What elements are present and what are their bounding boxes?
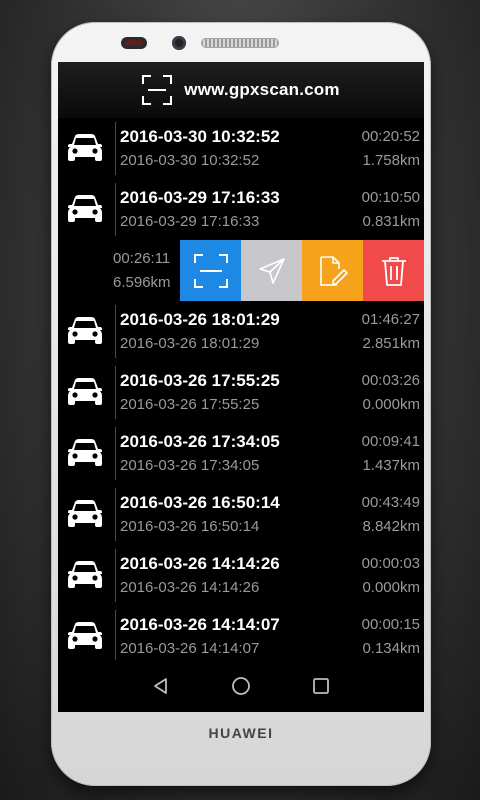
track-duration: 00:10:50 [361, 189, 420, 206]
track-row[interactable]: 2016-03-26 14:14:26 2016-03-26 14:14:26 … [58, 545, 424, 606]
back-button[interactable] [141, 666, 181, 706]
track-duration: 00:26:11 [113, 250, 171, 267]
recents-square-icon [313, 678, 329, 694]
track-distance: 0.831km [362, 213, 420, 230]
device-brand: HUAWEI [208, 725, 274, 741]
track-distance: 1.758km [362, 152, 420, 169]
row-actions [180, 240, 424, 301]
row-divider [115, 427, 116, 480]
back-triangle-icon [154, 678, 167, 694]
track-subtitle: 2016-03-26 17:55:25 [120, 396, 260, 413]
track-row[interactable]: 2016-03-26 18:01:29 2016-03-26 18:01:29 … [58, 301, 424, 362]
scan-frame-icon [193, 253, 228, 288]
row-divider [115, 610, 116, 663]
track-title: 2016-03-26 17:34:05 [120, 432, 280, 451]
site-title: www.gpxscan.com [184, 80, 340, 99]
track-duration: 00:00:15 [361, 616, 420, 633]
track-title: 2016-03-26 14:14:26 [120, 554, 280, 573]
track-subtitle: 2016-03-26 16:50:14 [120, 518, 260, 535]
track-distance: 0.134km [362, 640, 420, 657]
track-distance: 8.842km [362, 518, 420, 535]
row-divider [115, 122, 116, 175]
track-title: 2016-03-26 17:55:25 [120, 371, 280, 390]
home-button[interactable] [221, 666, 261, 706]
track-duration: 01:46:27 [361, 311, 420, 328]
track-title: 2016-03-26 18:01:29 [120, 310, 280, 329]
track-subtitle: 2016-03-26 14:14:26 [120, 579, 260, 596]
home-circle-icon [232, 677, 250, 695]
track-distance: 0.000km [362, 396, 420, 413]
track-title: 2016-03-26 16:50:14 [120, 493, 280, 512]
track-distance: 0.000km [362, 579, 420, 596]
track-subtitle: 2016-03-29 17:16:33 [120, 213, 260, 230]
track-duration: 00:09:41 [361, 433, 420, 450]
edit-action-button[interactable] [302, 240, 363, 301]
track-title: 2016-03-30 10:32:52 [120, 127, 280, 146]
track-row[interactable]: 2016-03-26 17:34:05 2016-03-26 17:34:05 … [58, 423, 424, 484]
track-row[interactable]: 2016-03-26 17:55:25 2016-03-26 17:55:25 … [58, 362, 424, 423]
track-duration: 00:00:03 [361, 555, 420, 572]
recents-button[interactable] [301, 666, 341, 706]
phone-frame: www.gpxscan.com 2016-03-30 10:32:52 2016… [51, 22, 431, 786]
car-icon [66, 620, 104, 654]
app-screen: www.gpxscan.com 2016-03-30 10:32:52 2016… [58, 62, 424, 712]
row-divider [115, 305, 116, 358]
scan-frame-icon[interactable] [142, 75, 173, 105]
track-subtitle: 2016-03-26 18:01:29 [120, 335, 260, 352]
proximity-sensor [121, 37, 147, 49]
car-icon [66, 559, 104, 593]
car-icon [66, 498, 104, 532]
track-distance: 1.437km [362, 457, 420, 474]
track-title: 2016-03-26 14:14:07 [120, 615, 280, 634]
track-row[interactable]: 2016-03-26 14:14:07 2016-03-26 14:14:07 … [58, 606, 424, 667]
send-icon [258, 257, 285, 284]
track-subtitle: 2016-03-30 10:32:52 [120, 152, 260, 169]
share-action-button[interactable] [241, 240, 302, 301]
edit-icon [319, 255, 348, 286]
track-title: 2016-03-29 17:16:33 [120, 188, 280, 207]
earpiece-speaker [201, 38, 279, 48]
track-list: 2016-03-30 10:32:52 2016-03-30 10:32:52 … [58, 118, 424, 667]
car-icon [66, 193, 104, 227]
trash-icon [381, 256, 406, 286]
car-icon [66, 376, 104, 410]
row-divider [115, 549, 116, 602]
track-row[interactable]: 2016-03-29 17:16:33 2016-03-29 17:16:33 … [58, 179, 424, 240]
car-icon [66, 315, 104, 349]
row-divider [115, 488, 116, 541]
swiped-track-row[interactable]: 00:26:11 6.596km [58, 240, 424, 301]
system-nav-bar [58, 660, 424, 712]
track-subtitle: 2016-03-26 17:34:05 [120, 457, 260, 474]
scan-action-button[interactable] [180, 240, 241, 301]
track-duration: 00:43:49 [361, 494, 420, 511]
track-distance: 6.596km [113, 274, 171, 291]
track-subtitle: 2016-03-26 14:14:07 [120, 640, 260, 657]
front-camera-icon [172, 36, 186, 50]
delete-action-button[interactable] [363, 240, 424, 301]
car-icon [66, 132, 104, 166]
car-icon [66, 437, 104, 471]
track-distance: 2.851km [362, 335, 420, 352]
row-divider [115, 366, 116, 419]
track-row[interactable]: 2016-03-26 16:50:14 2016-03-26 16:50:14 … [58, 484, 424, 545]
app-header: www.gpxscan.com [58, 62, 424, 118]
track-duration: 00:20:52 [361, 128, 420, 145]
row-divider [115, 183, 116, 236]
track-duration: 00:03:26 [361, 372, 420, 389]
track-row[interactable]: 2016-03-30 10:32:52 2016-03-30 10:32:52 … [58, 118, 424, 179]
